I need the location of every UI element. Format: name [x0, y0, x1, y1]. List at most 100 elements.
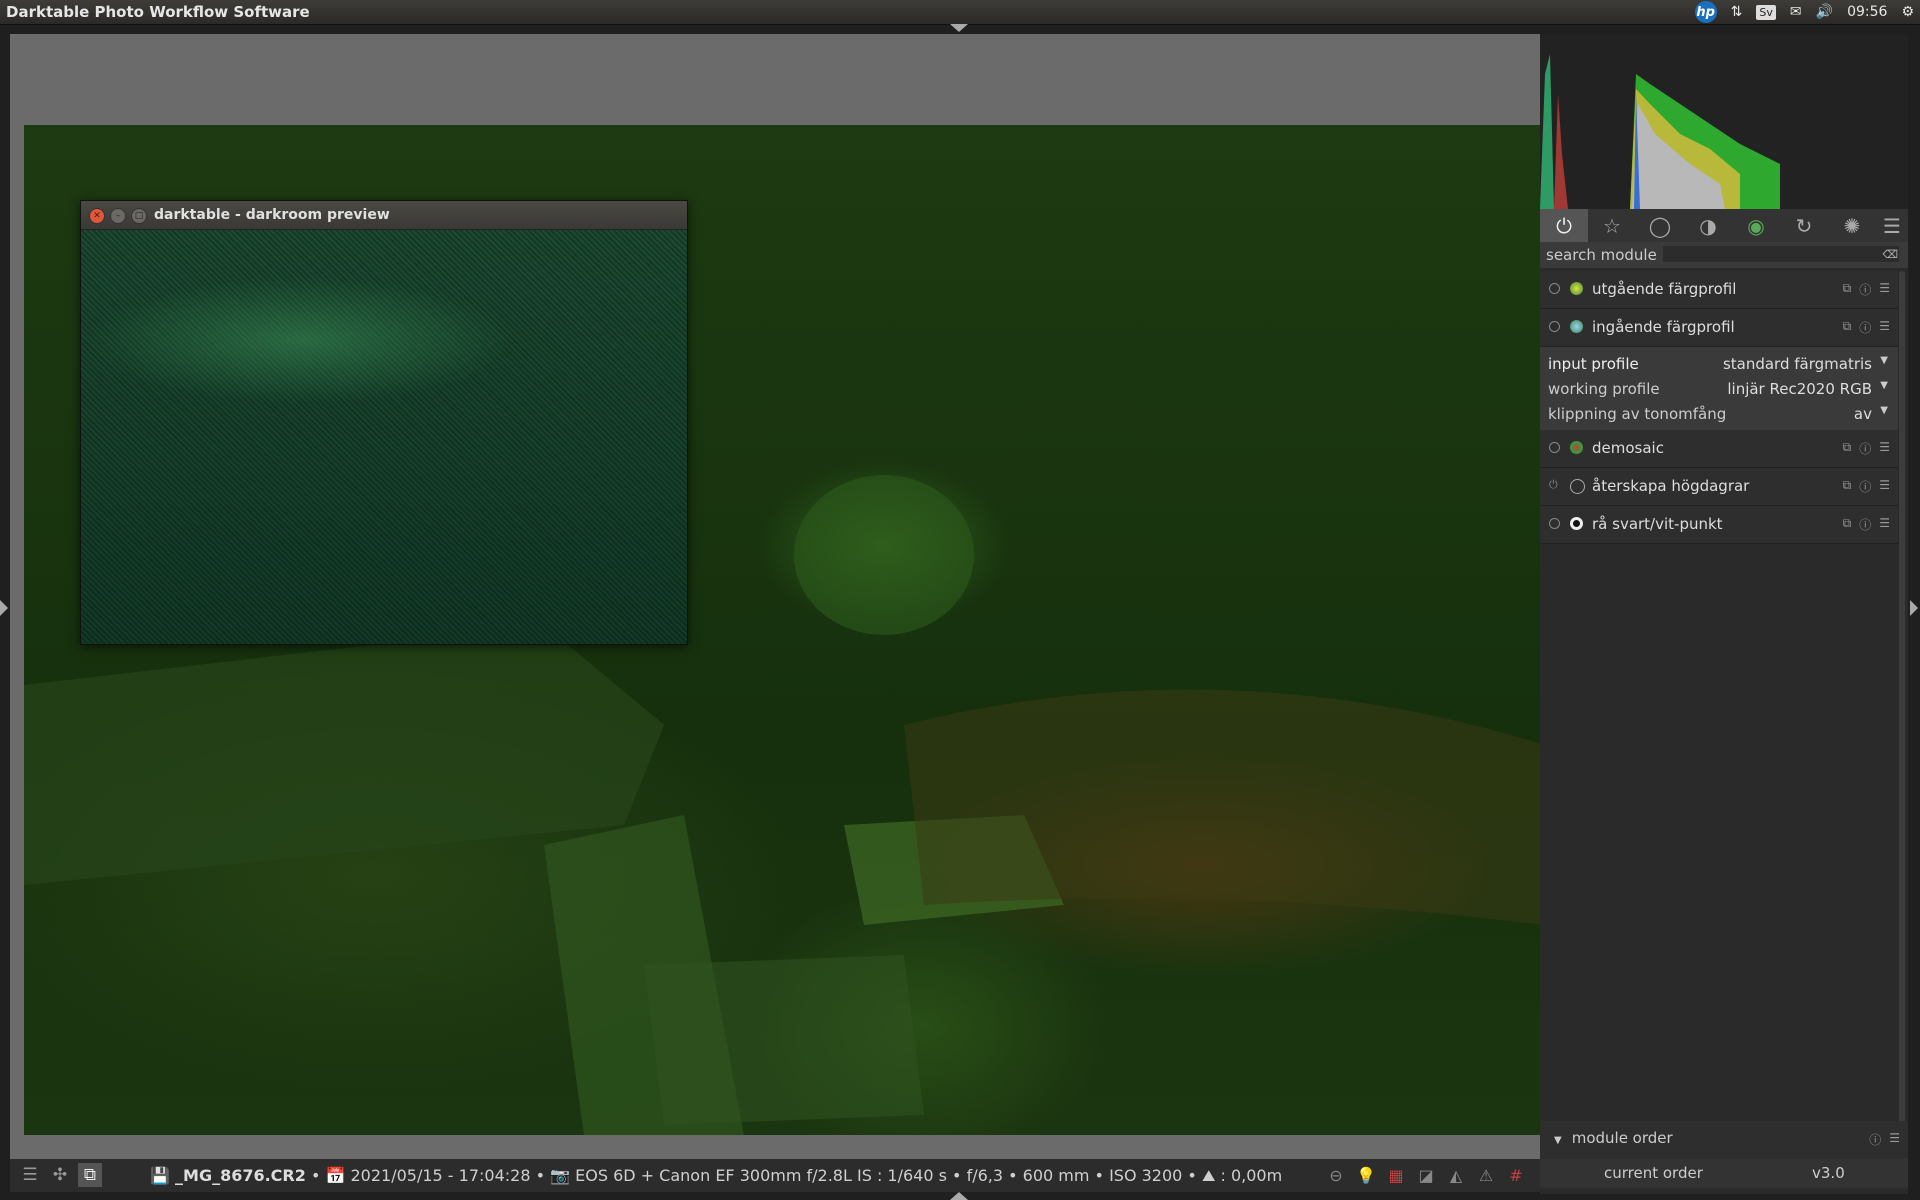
star-icon[interactable]: ☆ [1588, 209, 1636, 243]
styles-icon[interactable]: ✣ [48, 1163, 72, 1187]
histogram-graph [1540, 54, 1780, 209]
histogram[interactable] [1540, 34, 1908, 209]
color-icon[interactable]: ◉ [1732, 209, 1780, 243]
bottom-toolbar: ☰ ✣ ⧉ 💾 _MG_8676.CR2 • 📅 2021/05/15 - 17… [10, 1159, 1540, 1192]
power-icon[interactable]: ⏻ [1540, 209, 1588, 243]
image-iso: ISO 3200 [1109, 1166, 1183, 1185]
param-label: working profile [1548, 380, 1660, 398]
param-working-profile[interactable]: working profile linjär Rec2020 RGB ▼ [1540, 376, 1898, 401]
dropdown-arrow-icon: ▼ [1880, 355, 1888, 366]
mail-icon[interactable]: ✉ [1790, 4, 1802, 20]
darkroom-preview-window[interactable]: ✕ – □ darktable - darkroom preview [80, 200, 688, 645]
module-demosaic[interactable]: demosaic ⧉ ⓘ ☰ [1540, 430, 1898, 468]
bottom-panel-toggle[interactable] [950, 1192, 968, 1200]
param-gamut-clipping[interactable]: klippning av tonomfång av ▼ [1540, 401, 1898, 426]
right-panel: ⏻ ☆ ◯ ◑ ◉ ↻ ✺ ☰ search module ⌫ utgående… [1540, 34, 1908, 1194]
clear-search-icon[interactable]: ⌫ [1882, 248, 1898, 261]
keyboard-layout-indicator[interactable]: Sv [1756, 4, 1776, 20]
module-actions: ⧉ ⓘ ☰ [1843, 516, 1890, 533]
image-focal: 600 mm [1022, 1166, 1090, 1185]
right-panel-toggle[interactable] [1910, 600, 1918, 616]
reset-icon[interactable]: ⓘ [1859, 478, 1871, 495]
presets-icon[interactable]: ☰ [1879, 440, 1890, 457]
param-value: av [1853, 405, 1872, 423]
settings-gear-icon[interactable]: ⚙ [1901, 4, 1914, 20]
module-search: search module ⌫ [1540, 242, 1908, 268]
param-input-profile[interactable]: input profile standard färgmatris ▼ [1540, 351, 1898, 376]
module-power-icon[interactable] [1549, 283, 1560, 294]
center-view: ✕ – □ darktable - darkroom preview [10, 34, 1544, 1159]
top-panel-toggle[interactable] [950, 24, 968, 32]
softproof-icon[interactable]: ◭ [1444, 1163, 1468, 1187]
presets-icon[interactable]: ☰ [1879, 516, 1890, 533]
reset-icon[interactable]: ⓘ [1859, 516, 1871, 533]
module-order-row: current order v3.0 [1540, 1159, 1908, 1187]
module-power-icon[interactable] [1549, 442, 1560, 453]
module-ra-svart-vit-punkt[interactable]: rå svart/vit-punkt ⧉ ⓘ ☰ [1540, 506, 1898, 544]
overexposed-icon[interactable]: ◪ [1414, 1163, 1438, 1187]
module-utgaende-fargprofil[interactable]: utgående färgprofil ⧉ ⓘ ☰ [1540, 271, 1898, 309]
minimize-icon[interactable]: – [110, 208, 126, 224]
color-profile-icon [1570, 320, 1583, 333]
module-ingaende-fargprofil[interactable]: ingående färgprofil ⧉ ⓘ ☰ [1540, 309, 1898, 347]
image-aperture: f/6,3 [966, 1166, 1004, 1185]
preview-titlebar[interactable]: ✕ – □ darktable - darkroom preview [81, 201, 687, 230]
module-order-key: current order [1604, 1164, 1703, 1182]
module-scrollbar[interactable] [1899, 271, 1905, 1151]
module-power-icon[interactable] [1549, 518, 1560, 529]
hp-icon[interactable]: hp [1694, 1, 1717, 23]
blackwhite-point-icon [1570, 517, 1583, 530]
instance-icon[interactable]: ⧉ [1843, 516, 1852, 533]
param-label: klippning av tonomfång [1548, 405, 1727, 423]
param-value: standard färgmatris [1722, 355, 1872, 373]
instance-icon[interactable]: ⧉ [1843, 478, 1852, 495]
menu-icon[interactable]: ☰ [1876, 209, 1908, 243]
focus-peaking-icon[interactable]: ⊖ [1324, 1163, 1348, 1187]
close-icon[interactable]: ✕ [89, 208, 105, 224]
reset-icon[interactable]: ⓘ [1869, 1131, 1881, 1148]
reset-icon[interactable]: ⓘ [1859, 281, 1871, 298]
dropdown-arrow-icon: ▼ [1880, 380, 1888, 391]
system-top-bar: Darktable Photo Workflow Software hp ⇅ S… [0, 0, 1920, 25]
instance-icon[interactable]: ⧉ [1843, 319, 1852, 336]
collapse-icon: ▼ [1554, 1135, 1562, 1146]
bottom-right-tools: ⊖ 💡 ▦ ◪ ◭ ⚠ # [1324, 1163, 1528, 1187]
tone-icon[interactable]: ◑ [1684, 209, 1732, 243]
preview-canvas [81, 230, 687, 644]
module-power-off-icon[interactable]: ⏻ [1549, 478, 1560, 491]
param-label: input profile [1548, 355, 1639, 373]
search-input[interactable] [1663, 246, 1899, 262]
module-actions: ⧉ ⓘ ☰ [1843, 281, 1890, 298]
presets-icon[interactable]: ☰ [1879, 478, 1890, 495]
second-window-icon[interactable]: ⧉ [78, 1163, 102, 1187]
reset-icon[interactable]: ⓘ [1859, 319, 1871, 336]
effect-icon[interactable]: ✺ [1828, 209, 1876, 243]
presets-icon[interactable]: ☰ [1879, 319, 1890, 336]
module-aterskapa-hogdagrar[interactable]: ⏻ återskapa högdagrar ⧉ ⓘ ☰ [1540, 468, 1898, 506]
image-distance: : 0,00m [1220, 1166, 1283, 1185]
correct-icon[interactable]: ↻ [1780, 209, 1828, 243]
search-label: search module [1546, 246, 1657, 264]
reset-icon[interactable]: ⓘ [1859, 440, 1871, 457]
quick-access-icon[interactable]: ☰ [18, 1163, 42, 1187]
circle-icon[interactable]: ◯ [1636, 209, 1684, 243]
module-order-header[interactable]: ▼ module order [1554, 1129, 1673, 1147]
image-datetime: 2021/05/15 - 17:04:28 [350, 1166, 531, 1185]
maximize-icon[interactable]: □ [131, 208, 147, 224]
module-power-icon[interactable] [1549, 321, 1560, 332]
raw-overexposed-icon[interactable]: ▦ [1384, 1163, 1408, 1187]
instance-icon[interactable]: ⧉ [1843, 281, 1852, 298]
clock[interactable]: 09:56 [1847, 4, 1887, 20]
presets-icon[interactable]: ☰ [1889, 1131, 1900, 1148]
window-title: Darktable Photo Workflow Software [6, 3, 310, 21]
color-assessment-icon[interactable]: 💡 [1354, 1163, 1378, 1187]
mountain-icon: ⛰ [1201, 1166, 1216, 1185]
guides-icon[interactable]: # [1504, 1163, 1528, 1187]
volume-icon[interactable]: 🔊 [1816, 4, 1833, 20]
gamut-check-icon[interactable]: ⚠ [1474, 1163, 1498, 1187]
color-profile-icon [1570, 282, 1583, 295]
left-panel-toggle[interactable] [0, 600, 8, 616]
presets-icon[interactable]: ☰ [1879, 281, 1890, 298]
network-icon[interactable]: ⇅ [1731, 4, 1743, 20]
instance-icon[interactable]: ⧉ [1843, 440, 1852, 457]
